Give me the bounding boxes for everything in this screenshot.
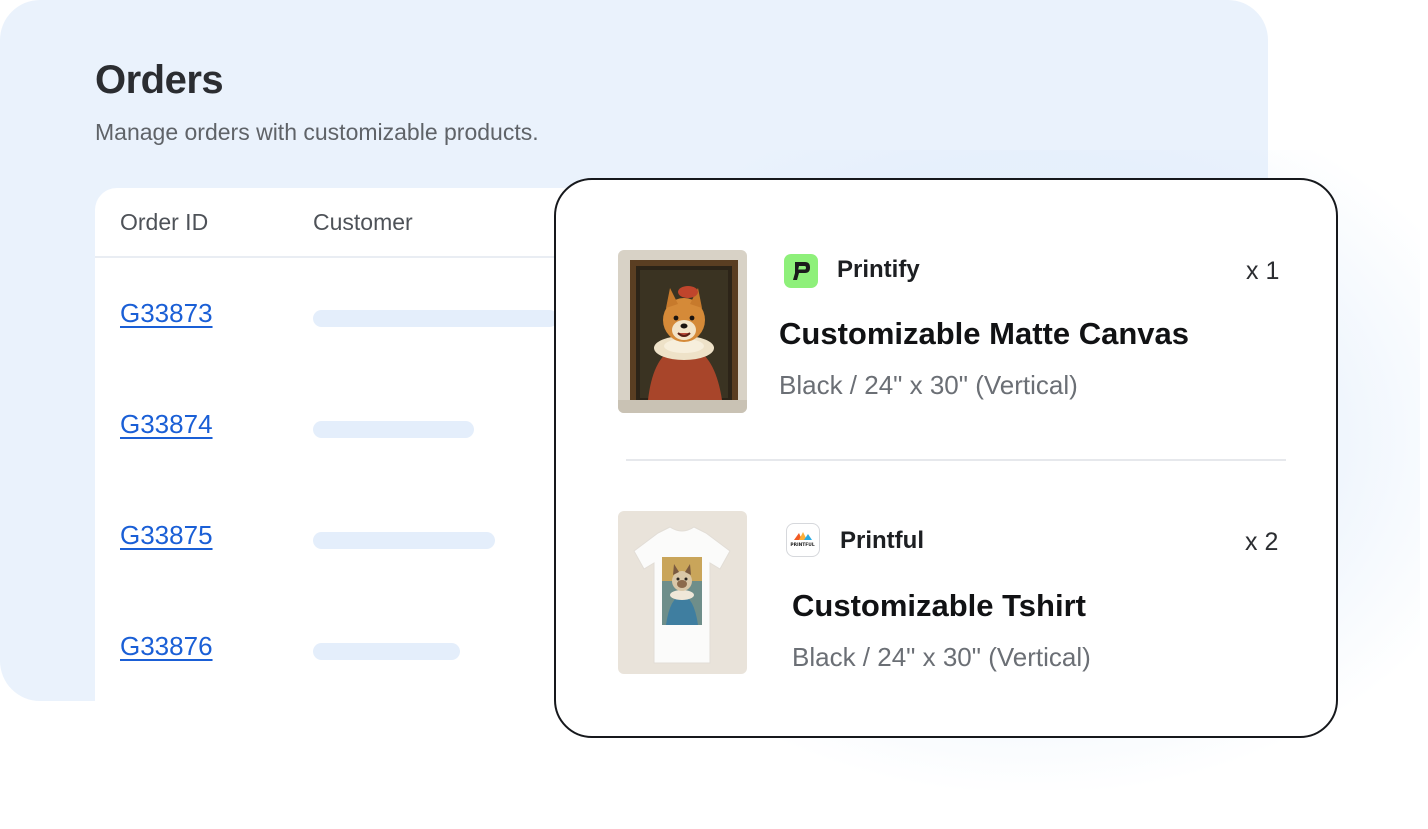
order-id-link[interactable]: G33875 — [120, 520, 213, 551]
table-row: G33873 — [95, 298, 615, 358]
order-id-link[interactable]: G33876 — [120, 631, 213, 662]
order-item[interactable]: PRINTFUL Printful x 2 Customizable Tshir… — [556, 511, 1336, 681]
customer-skeleton — [313, 532, 495, 549]
table-row: G33874 — [95, 409, 615, 469]
quantity: x 2 — [1245, 528, 1279, 556]
table-header: Order ID Customer — [95, 188, 615, 258]
order-item[interactable]: Printify x 1 Customizable Matte Canvas B… — [556, 250, 1336, 420]
printful-logo-icon: PRINTFUL — [786, 523, 820, 557]
order-items-card: Printify x 1 Customizable Matte Canvas B… — [554, 178, 1338, 738]
product-thumbnail — [618, 250, 747, 413]
item-divider — [626, 459, 1286, 461]
table-row: G33875 — [95, 520, 615, 580]
product-thumbnail — [618, 511, 747, 674]
provider-name: Printful — [840, 527, 924, 554]
product-title: Customizable Tshirt — [792, 588, 1086, 623]
page-subtitle: Manage orders with customizable products… — [95, 119, 539, 145]
printful-logo-text: PRINTFUL — [790, 542, 814, 548]
orders-table: Order ID Customer G33873 G33874 G33875 G… — [95, 188, 615, 701]
customer-skeleton — [313, 643, 460, 660]
order-id-link[interactable]: G33874 — [120, 409, 213, 440]
customer-skeleton — [313, 310, 558, 327]
column-header-order-id: Order ID — [120, 209, 209, 235]
printify-logo-icon — [784, 254, 818, 288]
provider-name: Printify — [837, 256, 920, 283]
quantity: x 1 — [1246, 257, 1280, 285]
dog-canvas-image — [618, 250, 747, 413]
order-id-link[interactable]: G33873 — [120, 298, 213, 329]
product-variant: Black / 24" x 30" (Vertical) — [779, 370, 1078, 400]
column-header-customer: Customer — [313, 209, 413, 235]
page-title: Orders — [95, 58, 224, 102]
table-row: G33876 — [95, 631, 615, 691]
tshirt-image — [618, 511, 747, 674]
customer-skeleton — [313, 421, 474, 438]
product-variant: Black / 24" x 30" (Vertical) — [792, 642, 1091, 672]
product-title: Customizable Matte Canvas — [779, 316, 1189, 351]
